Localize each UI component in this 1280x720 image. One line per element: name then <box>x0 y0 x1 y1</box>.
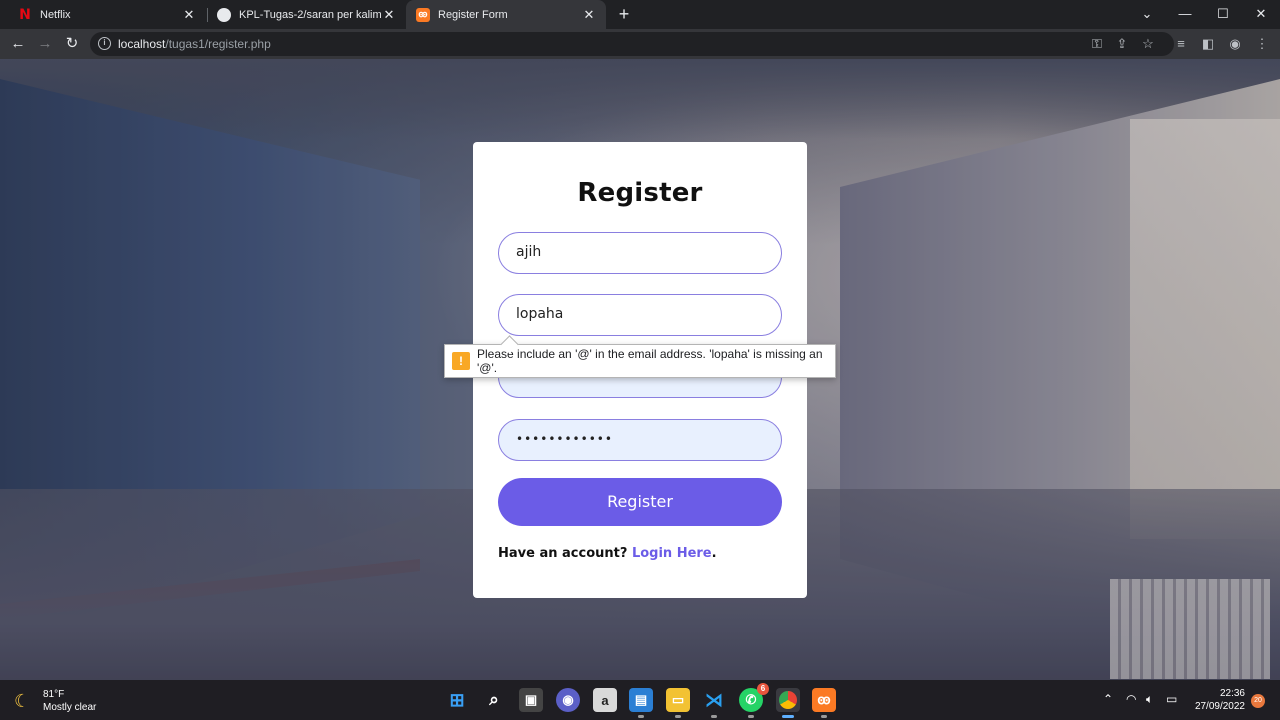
file-explorer-icon[interactable]: ▭ <box>666 688 690 718</box>
back-arrow-icon[interactable]: ← <box>6 32 30 56</box>
netflix-icon: N <box>19 6 31 23</box>
address-bar[interactable]: i localhost/tugas1/register.php ⚿ ⇪ ☆ <box>90 32 1174 56</box>
notification-badge[interactable]: 20 <box>1251 694 1265 708</box>
confirm-password-input[interactable]: •••••••••••• <box>498 419 782 461</box>
profile-avatar[interactable]: ◉ <box>1224 33 1246 55</box>
volume-icon[interactable]: 🔈︎ <box>1146 692 1153 707</box>
login-prompt: Have an account? Login Here. <box>498 546 717 561</box>
browser-toolbar: ← → ↻ i localhost/tugas1/register.php ⚿ … <box>0 29 1280 59</box>
amazon-icon[interactable]: a <box>593 688 617 712</box>
page-viewport: Register ajih lopaha •••••••••••• ••••••… <box>0 59 1280 680</box>
tab-search-icon[interactable]: ⌄ <box>1128 0 1166 29</box>
moon-icon: ☾ <box>14 691 31 711</box>
xampp-icon: ꙭ <box>416 7 430 22</box>
wifi-icon[interactable]: ◠ <box>1126 692 1136 706</box>
reading-list-icon[interactable]: ≡ <box>1170 33 1192 55</box>
bookmark-star-icon[interactable]: ☆ <box>1137 33 1159 55</box>
validation-message: Please include an '@' in the email addre… <box>477 347 823 375</box>
email-input[interactable]: lopaha <box>498 294 782 336</box>
store-icon[interactable]: ▤ <box>629 688 653 718</box>
tab-title: Netflix <box>40 8 71 21</box>
weather-widget[interactable]: ☾ 81°F Mostly clear <box>14 688 96 714</box>
close-icon[interactable]: ✕ <box>582 7 596 23</box>
register-button[interactable]: Register <box>498 478 782 526</box>
clock-date: 27/09/2022 <box>1194 701 1245 712</box>
whatsapp-badge: 6 <box>757 683 769 695</box>
login-link[interactable]: Login Here <box>632 546 712 561</box>
new-tab-button[interactable]: + <box>614 4 634 24</box>
weather-desc: Mostly clear <box>43 702 97 713</box>
weather-temp: 81°F <box>43 689 65 700</box>
email-validation-tooltip: ! Please include an '@' in the email add… <box>444 344 836 378</box>
form-title: Register <box>577 178 703 208</box>
reload-icon[interactable]: ↻ <box>60 32 84 56</box>
vscode-icon[interactable]: ⋊ <box>702 688 726 718</box>
tab-netflix[interactable]: N Netflix ✕ <box>8 0 206 29</box>
github-icon <box>217 7 231 22</box>
clock-time: 22:36 <box>1219 688 1245 699</box>
window-close-button[interactable]: ✕ <box>1242 0 1280 29</box>
account-prompt-text: Have an account? <box>498 546 628 561</box>
minimize-button[interactable]: — <box>1166 0 1204 29</box>
search-icon[interactable]: ⌕ <box>482 688 506 712</box>
maximize-button[interactable]: ☐ <box>1204 0 1242 29</box>
windows-start-icon[interactable]: ⊞ <box>445 688 469 712</box>
warning-icon: ! <box>452 352 470 370</box>
battery-icon[interactable]: ▭ <box>1166 692 1177 706</box>
xampp-taskbar-icon[interactable]: ꙭ <box>812 688 836 718</box>
menu-dots-icon[interactable]: ⋮ <box>1251 33 1273 55</box>
task-view-icon[interactable]: ▣ <box>519 688 543 712</box>
username-input[interactable]: ajih <box>498 232 782 274</box>
forward-arrow-icon[interactable]: → <box>33 32 57 56</box>
info-icon[interactable]: i <box>98 37 111 50</box>
system-clock[interactable]: 22:36 27/09/2022 <box>1193 687 1245 713</box>
chevron-up-icon[interactable]: ⌃ <box>1103 692 1113 706</box>
side-panel-icon[interactable]: ◧ <box>1197 33 1219 55</box>
chrome-icon[interactable] <box>776 688 800 718</box>
chat-icon[interactable]: ◉ <box>556 688 580 712</box>
whatsapp-icon[interactable]: ✆ 6 <box>739 683 769 718</box>
close-icon[interactable]: ✕ <box>382 7 396 23</box>
key-icon[interactable]: ⚿ <box>1086 33 1108 55</box>
login-suffix: . <box>711 546 717 561</box>
url-text: localhost/tugas1/register.php <box>118 37 271 51</box>
taskbar: ☾ 81°F Mostly clear ⊞ ⌕ ▣ ◉ a ▤ ▭ ⋊ ✆ 6 ꙭ… <box>0 680 1280 720</box>
tab-register-form[interactable]: ꙭ Register Form ✕ <box>406 0 606 29</box>
tab-title: KPL-Tugas-2/saran per kalimat u <box>239 8 382 21</box>
tab-strip: N Netflix ✕ KPL-Tugas-2/saran per kalima… <box>0 0 1280 29</box>
tab-title: Register Form <box>438 8 508 21</box>
close-icon[interactable]: ✕ <box>182 7 196 23</box>
share-icon[interactable]: ⇪ <box>1111 33 1133 55</box>
tab-github[interactable]: KPL-Tugas-2/saran per kalimat u ✕ <box>207 0 406 29</box>
